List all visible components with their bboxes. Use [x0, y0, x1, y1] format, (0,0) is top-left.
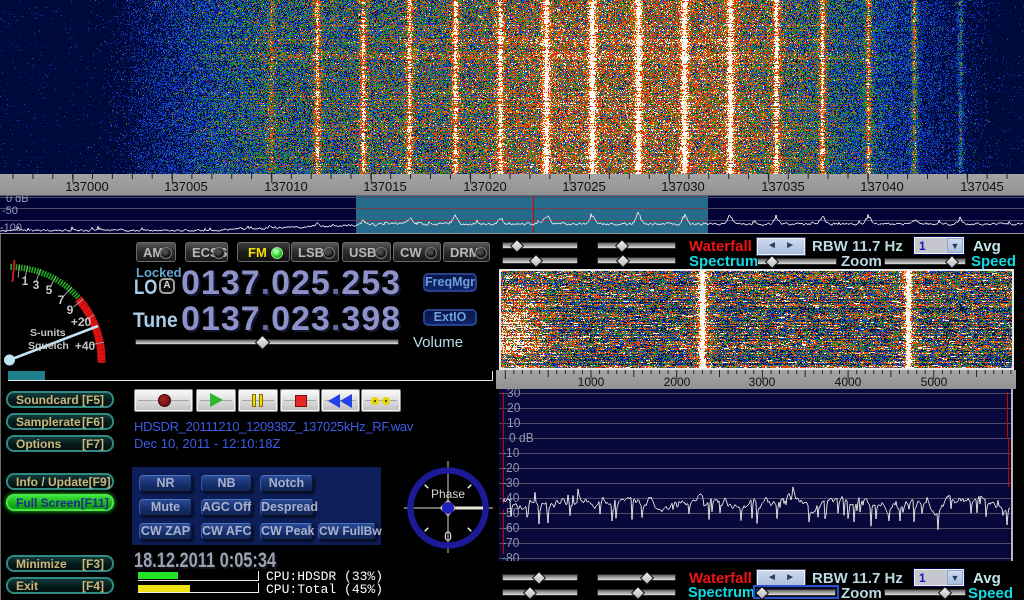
svg-text:4000: 4000 — [835, 375, 862, 389]
svg-text:+20: +20 — [71, 315, 92, 329]
svg-text:0: 0 — [444, 528, 452, 544]
svg-text:137020: 137020 — [463, 179, 506, 194]
svg-text:7: 7 — [58, 293, 65, 307]
svg-text:3: 3 — [33, 278, 40, 292]
svg-text:137040: 137040 — [860, 179, 903, 194]
svg-text:137045: 137045 — [960, 179, 1003, 194]
svg-text:+40: +40 — [75, 339, 96, 353]
svg-text:5: 5 — [46, 283, 53, 297]
svg-text:2000: 2000 — [664, 375, 691, 389]
svg-text:137025: 137025 — [562, 179, 605, 194]
svg-text:3000: 3000 — [749, 375, 776, 389]
svg-text:137005: 137005 — [164, 179, 207, 194]
svg-text:137030: 137030 — [661, 179, 704, 194]
svg-text:137000: 137000 — [65, 179, 108, 194]
svg-text:1: 1 — [22, 274, 29, 288]
svg-text:137015: 137015 — [363, 179, 406, 194]
svg-text:1000: 1000 — [578, 375, 605, 389]
svg-text:Phase: Phase — [431, 487, 465, 501]
svg-text:5000: 5000 — [921, 375, 948, 389]
svg-text:137010: 137010 — [264, 179, 307, 194]
svg-text:137035: 137035 — [761, 179, 804, 194]
